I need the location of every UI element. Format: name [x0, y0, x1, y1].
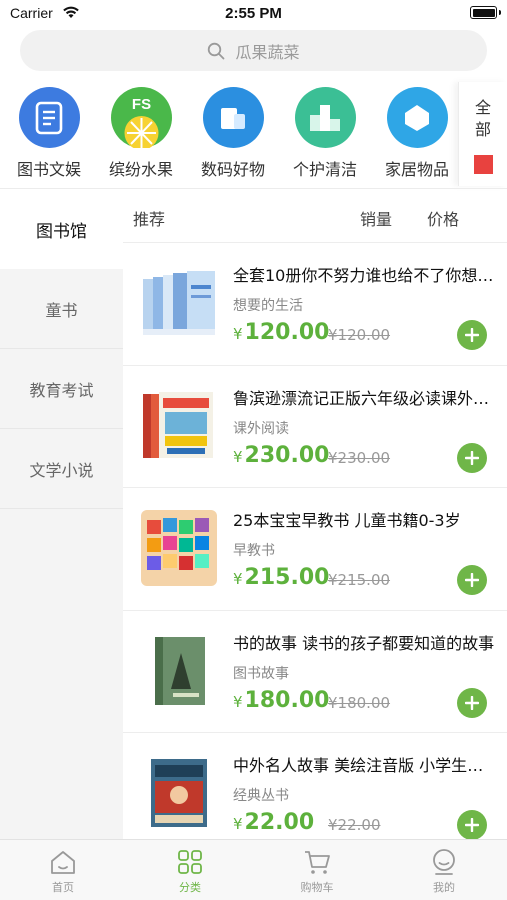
category-label: 个护清洁 — [292, 160, 357, 179]
all-categories-label: 全部 — [474, 98, 491, 139]
product-price-value: 22.00 — [244, 810, 315, 835]
plus-icon — [465, 818, 479, 832]
currency-symbol: ¥ — [233, 447, 243, 466]
search-bar[interactable]: 瓜果蔬菜 — [20, 30, 487, 71]
digital-icon — [202, 87, 264, 148]
category-label: 家居物品 — [384, 160, 449, 179]
category-personal-care[interactable]: 个护清洁 — [279, 87, 371, 180]
tab-cart[interactable]: 购物车 — [254, 848, 380, 895]
currency-symbol: ¥ — [233, 692, 243, 711]
profile-icon — [433, 849, 455, 875]
product-item[interactable]: 鲁滨逊漂流记正版六年级必读课外阅读 课外阅读 ¥230.00 ¥230.00 — [123, 366, 507, 488]
category-label: 缤纷水果 — [108, 160, 173, 179]
sort-recommend[interactable]: 推荐 — [133, 206, 165, 230]
status-bar: Carrier 2:55 PM — [0, 0, 507, 28]
product-item[interactable]: 中外名人故事 美绘注音版 小学生读物 经典丛书 ¥22.00 ¥22.00 — [123, 733, 507, 839]
tab-category[interactable]: 分类 — [127, 848, 253, 895]
search-icon — [207, 42, 225, 60]
product-image-baby-books — [141, 510, 217, 586]
product-price: ¥120.00 — [233, 320, 329, 345]
product-subtitle: 想要的生活 — [233, 298, 303, 314]
side-item-literature-novel[interactable]: 文学小说 — [0, 429, 123, 509]
product-price: ¥22.00 — [233, 810, 314, 835]
product-price-value: 180.00 — [244, 687, 330, 713]
plus-icon — [465, 695, 479, 710]
add-to-cart-button[interactable] — [457, 565, 487, 595]
currency-symbol: ¥ — [233, 325, 243, 343]
category-books[interactable]: 图书文娱 — [3, 87, 95, 180]
product-price: ¥180.00 — [233, 688, 329, 713]
product-original-price: ¥120.00 — [328, 326, 391, 344]
category-fruit[interactable]: FS 缤纷水果 — [95, 87, 187, 180]
add-to-cart-button[interactable] — [457, 810, 487, 839]
product-title: 鲁滨逊漂流记正版六年级必读课外阅读 — [233, 388, 495, 408]
sort-price[interactable]: 价格 — [427, 206, 459, 230]
personal-care-icon — [294, 87, 356, 148]
category-row: 图书文娱 FS 缤纷水果 数码好物 个护清洁 家居物品 — [0, 82, 460, 186]
plus-icon — [465, 573, 479, 587]
product-item[interactable]: 全套10册你不努力谁也给不了你想要的生活 想要的生活 ¥120.00 ¥120.… — [123, 243, 507, 366]
svg-text:FS: FS — [131, 96, 150, 113]
cart-icon — [305, 851, 330, 874]
side-menu: 图书馆 童书 教育考试 文学小说 — [0, 189, 123, 839]
product-item[interactable]: 25本宝宝早教书 儿童书籍0-3岁 早教书 ¥215.00 ¥215.00 — [123, 488, 507, 611]
battery-icon — [470, 6, 501, 19]
search-placeholder: 瓜果蔬菜 — [235, 42, 300, 62]
plus-icon — [465, 450, 479, 465]
home-icon — [51, 851, 75, 874]
product-subtitle: 图书故事 — [233, 665, 289, 682]
product-original-price: ¥215.00 — [328, 571, 391, 589]
product-image-book-set — [141, 265, 217, 341]
tab-label: 分类 — [179, 881, 201, 894]
product-list: 全套10册你不努力谁也给不了你想要的生活 想要的生活 ¥120.00 ¥120.… — [123, 243, 507, 839]
product-price: ¥215.00 — [233, 565, 329, 590]
currency-symbol: ¥ — [233, 570, 243, 588]
product-original-price: ¥230.00 — [328, 448, 391, 467]
product-title: 书的故事 读书的孩子都要知道的故事 — [233, 633, 495, 653]
category-icon — [178, 850, 202, 874]
side-item-children-books[interactable]: 童书 — [0, 269, 123, 349]
book-icon — [18, 87, 80, 148]
product-subtitle: 课外阅读 — [233, 420, 289, 437]
sort-bar: 推荐 销量 价格 — [123, 189, 507, 243]
home-goods-icon — [386, 87, 448, 148]
product-title: 全套10册你不努力谁也给不了你想要的生活 — [233, 266, 495, 285]
category-label: 数码好物 — [200, 160, 265, 179]
category-home-goods[interactable]: 家居物品 — [371, 87, 463, 180]
product-subtitle: 早教书 — [233, 543, 275, 559]
category-label: 图书文娱 — [16, 160, 81, 179]
tab-home[interactable]: 首页 — [0, 848, 126, 895]
clock: 2:55 PM — [225, 5, 282, 22]
product-image-famous-people — [141, 755, 217, 831]
side-item-education-exam[interactable]: 教育考试 — [0, 349, 123, 429]
all-categories-button[interactable]: 全部 — [458, 82, 507, 186]
product-price-value: 215.00 — [244, 565, 330, 590]
plus-icon — [465, 328, 479, 342]
tab-profile[interactable]: 我的 — [381, 848, 507, 895]
product-price-value: 230.00 — [244, 442, 330, 468]
product-original-price: ¥180.00 — [328, 693, 391, 712]
product-price: ¥230.00 — [233, 443, 329, 468]
sort-sales[interactable]: 销量 — [360, 206, 392, 230]
all-categories-marker — [474, 155, 493, 174]
product-title: 25本宝宝早教书 儿童书籍0-3岁 — [233, 511, 461, 530]
add-to-cart-button[interactable] — [457, 687, 487, 718]
product-subtitle: 经典丛书 — [233, 788, 289, 804]
product-image-robinson-crusoe — [141, 388, 217, 464]
product-image-story-of-books — [141, 633, 217, 709]
tab-bar: 首页 分类 购物车 我的 — [0, 839, 507, 900]
currency-symbol: ¥ — [233, 815, 243, 833]
category-digital[interactable]: 数码好物 — [187, 87, 279, 180]
tab-label: 首页 — [52, 881, 74, 894]
add-to-cart-button[interactable] — [457, 442, 487, 473]
fruit-icon: FS — [110, 87, 172, 148]
product-original-price: ¥22.00 — [328, 816, 381, 834]
tab-label: 购物车 — [300, 881, 334, 894]
product-title: 中外名人故事 美绘注音版 小学生读物 — [233, 756, 495, 775]
tab-label: 我的 — [433, 881, 455, 894]
add-to-cart-button[interactable] — [457, 320, 487, 350]
product-price-value: 120.00 — [244, 320, 330, 345]
side-item-library[interactable]: 图书馆 — [0, 189, 123, 269]
product-item[interactable]: 书的故事 读书的孩子都要知道的故事 图书故事 ¥180.00 ¥180.00 — [123, 611, 507, 733]
